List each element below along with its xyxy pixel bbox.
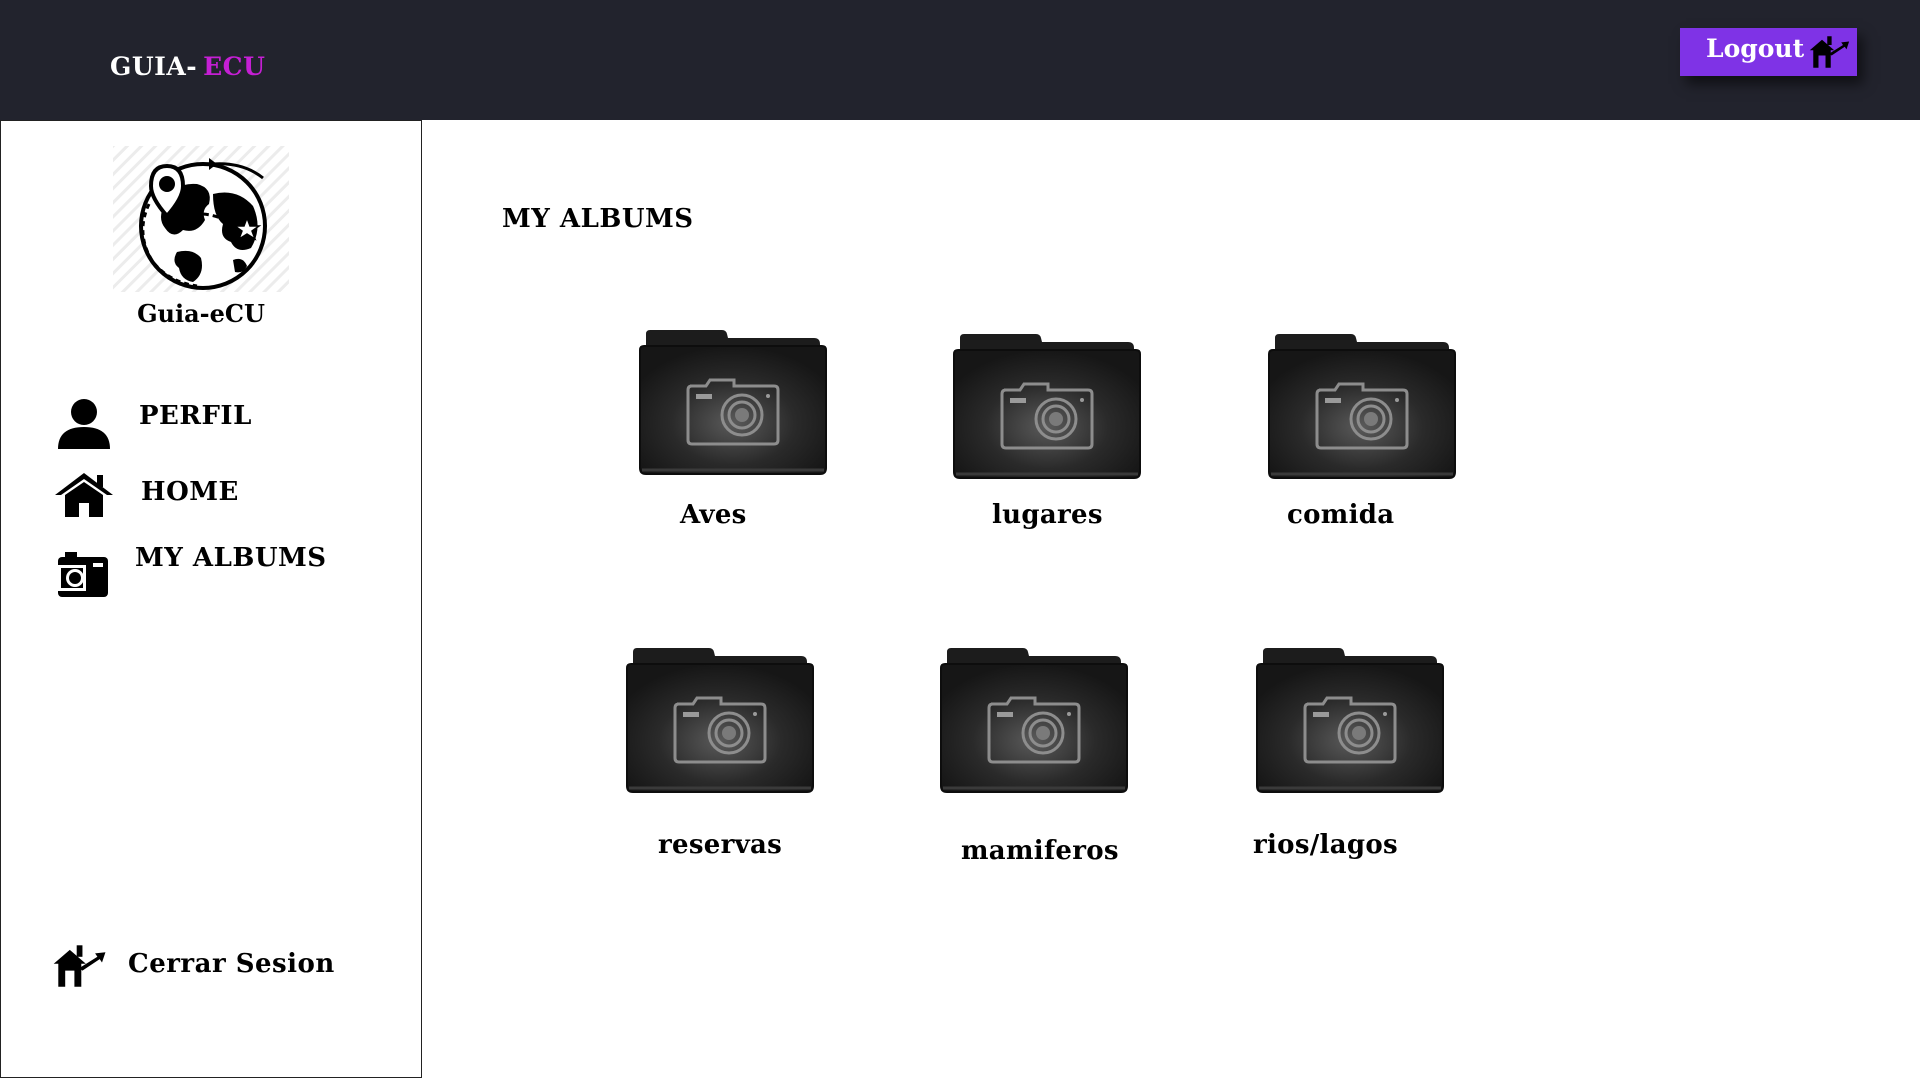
- user-icon: [58, 399, 110, 449]
- camera-folder-icon: [950, 334, 1142, 484]
- album-label: rios/lagos: [1253, 830, 1398, 860]
- album-reservas[interactable]: reservas: [623, 648, 823, 860]
- camera-folder-icon: [937, 648, 1129, 798]
- album-mamiferos[interactable]: mamiferos: [937, 648, 1137, 866]
- sidebar: Guia-eCU PERFIL HOME MY ALBUMS Cerrar Se: [0, 120, 422, 1078]
- brand-title-part1: GUIA-: [110, 52, 198, 81]
- album-label: lugares: [992, 500, 1103, 530]
- album-rios-lagos[interactable]: rios/lagos: [1253, 648, 1453, 860]
- camera-folder-icon: [623, 648, 815, 798]
- globe-location-logo-icon: [113, 146, 289, 292]
- album-label: Aves: [680, 500, 747, 530]
- sidebar-item-label: MY ALBUMS: [135, 543, 327, 573]
- page-title: MY ALBUMS: [502, 204, 694, 234]
- camera-icon: [58, 552, 108, 597]
- album-label: comida: [1287, 500, 1395, 530]
- logout-button[interactable]: Logout: [1680, 28, 1857, 76]
- exit-house-icon: [1808, 33, 1850, 71]
- album-aves[interactable]: Aves: [636, 330, 836, 530]
- album-label: reservas: [658, 830, 783, 860]
- logout-button-label: Logout: [1706, 34, 1805, 63]
- brand-title: GUIA- ECU: [110, 52, 265, 81]
- house-icon: [55, 473, 113, 517]
- top-navigation-bar: GUIA- ECU Logout: [0, 0, 1920, 120]
- album-comida[interactable]: comida: [1265, 334, 1465, 534]
- exit-house-icon: [51, 943, 107, 989]
- album-lugares[interactable]: lugares: [950, 334, 1150, 534]
- camera-folder-icon: [1265, 334, 1457, 484]
- brand-title-part2: ECU: [203, 52, 266, 81]
- logo-text: Guia-eCU: [137, 299, 265, 328]
- album-label: mamiferos: [961, 836, 1119, 866]
- sidebar-item-label: HOME: [141, 477, 239, 507]
- sidebar-item-label: Cerrar Sesion: [128, 949, 335, 979]
- camera-folder-icon: [636, 330, 828, 480]
- camera-folder-icon: [1253, 648, 1445, 798]
- sidebar-item-label: PERFIL: [139, 401, 252, 431]
